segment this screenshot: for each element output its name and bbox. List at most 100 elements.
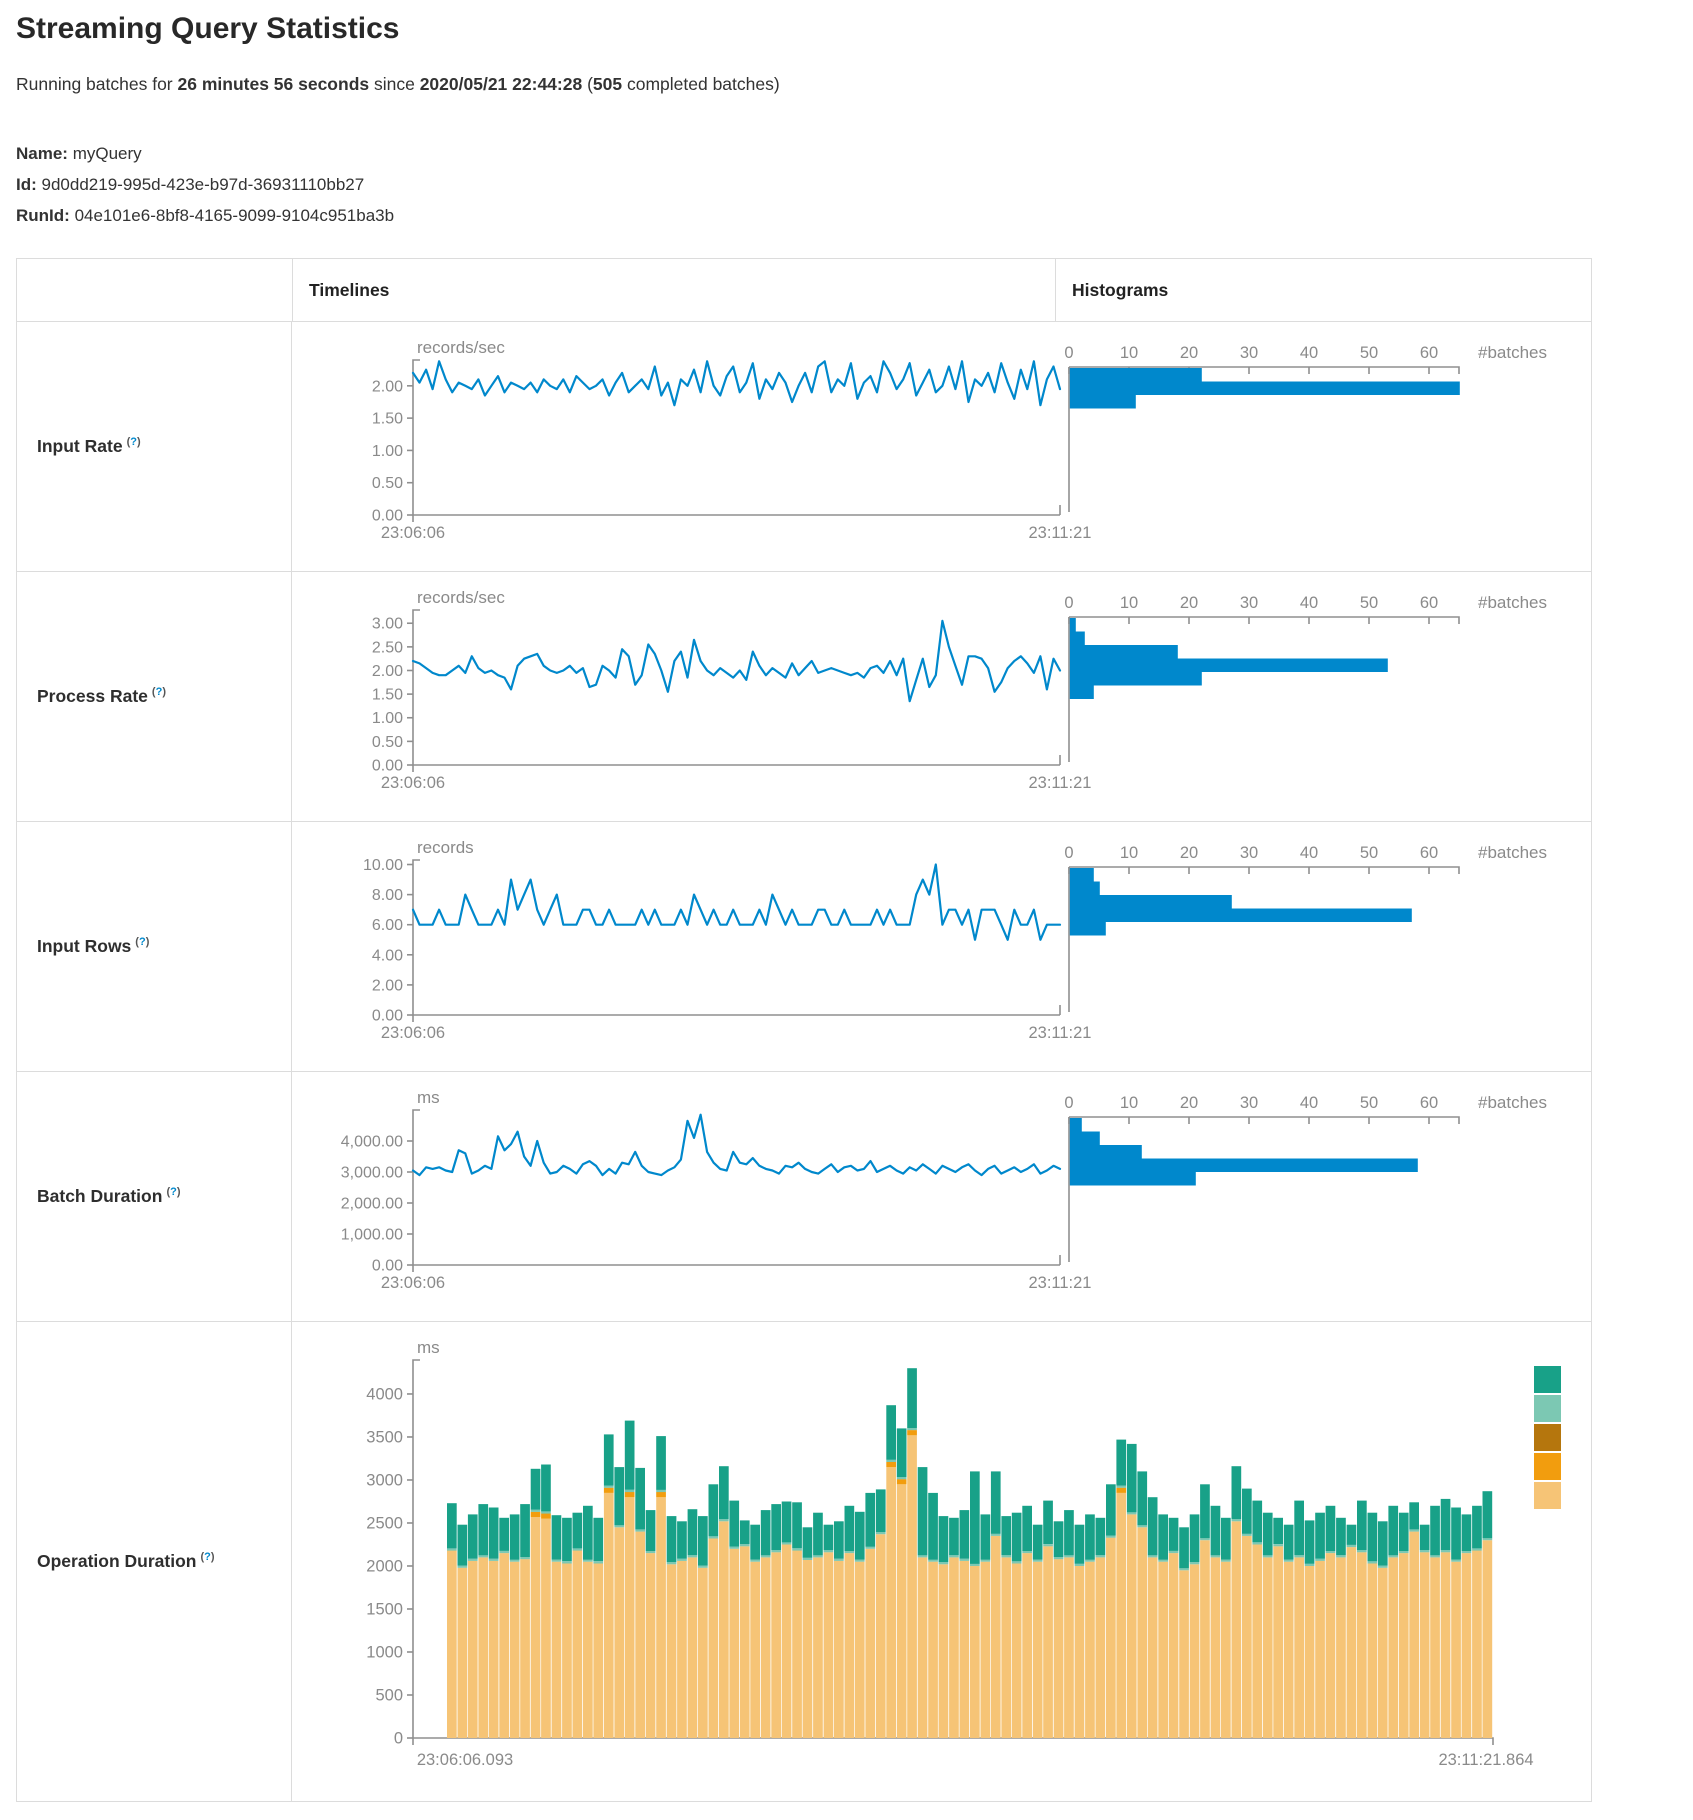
svg-text:40: 40: [1300, 594, 1318, 612]
svg-text:23:06:06.093: 23:06:06.093: [417, 1751, 513, 1769]
svg-text:4000: 4000: [366, 1385, 403, 1403]
svg-text:50: 50: [1360, 594, 1378, 612]
svg-text:0.00: 0.00: [372, 508, 403, 525]
query-name-value: myQuery: [73, 144, 142, 163]
help-icon[interactable]: (?): [135, 936, 149, 948]
table-row-operation-duration: Operation Duration(?) ms 0 500 1000 1500 2000…: [17, 1322, 1591, 1801]
svg-text:23:06:06: 23:06:06: [381, 1274, 445, 1292]
svg-text:23:06:06: 23:06:06: [381, 774, 445, 792]
svg-text:0: 0: [394, 1730, 403, 1748]
svg-text:30: 30: [1240, 1094, 1258, 1112]
svg-text:10.00: 10.00: [363, 857, 403, 874]
running-batches-summary: Running batches for 26 minutes 56 second…: [16, 74, 780, 95]
svg-text:1.00: 1.00: [372, 710, 403, 727]
svg-text:60: 60: [1420, 844, 1438, 862]
svg-text:10: 10: [1120, 594, 1138, 612]
svg-text:4,000.00: 4,000.00: [341, 1134, 403, 1151]
svg-text:#batches: #batches: [1478, 593, 1547, 612]
summary-text: Running batches for: [16, 74, 178, 94]
svg-text:1000: 1000: [366, 1643, 403, 1661]
svg-text:0.00: 0.00: [372, 1258, 403, 1275]
input-rows-charts: records0.002.004.006.008.0010.0023:06:06…: [292, 822, 1591, 1071]
svg-text:10: 10: [1120, 844, 1138, 862]
svg-text:500: 500: [375, 1686, 403, 1704]
svg-text:2,000.00: 2,000.00: [341, 1196, 403, 1213]
row-label-cell: Input Rows(?): [17, 822, 292, 1071]
svg-text:6.00: 6.00: [372, 917, 403, 934]
help-icon[interactable]: (?): [152, 686, 166, 698]
start-timestamp: 2020/05/21 22:44:28: [420, 74, 583, 94]
table-header-row: Timelines Histograms: [17, 259, 1591, 322]
svg-text:40: 40: [1300, 344, 1318, 362]
svg-text:0: 0: [1064, 844, 1073, 862]
svg-text:23:11:21: 23:11:21: [1028, 774, 1091, 792]
svg-text:#batches: #batches: [1478, 1093, 1547, 1112]
query-meta: Name: myQuery Id: 9d0dd219-995d-423e-b97…: [16, 138, 394, 231]
table-header-timelines: Timelines: [293, 259, 1056, 321]
svg-text:2.50: 2.50: [372, 639, 403, 656]
batch-duration-label: Batch Duration(?): [37, 1186, 181, 1207]
row-label-cell: Batch Duration(?): [17, 1072, 292, 1321]
help-icon[interactable]: (?): [127, 436, 141, 448]
svg-text:ms: ms: [417, 1088, 440, 1107]
svg-text:1.00: 1.00: [372, 443, 403, 460]
svg-text:records/sec: records/sec: [417, 588, 505, 607]
svg-text:50: 50: [1360, 1094, 1378, 1112]
svg-text:23:06:06: 23:06:06: [381, 1024, 445, 1042]
table-row-process-rate: Process Rate(?) records/sec 0.00 0.50 1.00 1…: [17, 572, 1591, 822]
svg-text:0: 0: [1064, 594, 1073, 612]
table-row-batch-duration: Batch Duration(?) ms 0.00 1,000.00 2,000.00…: [17, 1072, 1591, 1322]
svg-text:50: 50: [1360, 844, 1378, 862]
svg-text:4.00: 4.00: [372, 947, 403, 964]
query-runid-value: 04e101e6-8bf8-4165-9099-9104c951ba3b: [75, 206, 395, 225]
help-icon[interactable]: (?): [200, 1551, 214, 1563]
svg-text:3.00: 3.00: [372, 616, 403, 633]
svg-text:40: 40: [1300, 844, 1318, 862]
svg-text:20: 20: [1180, 344, 1198, 362]
svg-text:0: 0: [1064, 1094, 1073, 1112]
svg-text:3500: 3500: [366, 1428, 403, 1446]
svg-text:0.00: 0.00: [372, 758, 403, 775]
row-label-cell: Process Rate(?): [17, 572, 292, 821]
svg-text:1500: 1500: [366, 1600, 403, 1618]
svg-text:1.50: 1.50: [372, 687, 403, 704]
svg-text:2.00: 2.00: [372, 378, 403, 395]
table-row-input-rows: Input Rows(?) records0.002.004.006.008.0…: [17, 822, 1591, 1072]
query-name-line: Name: myQuery: [16, 138, 394, 169]
svg-text:20: 20: [1180, 1094, 1198, 1112]
svg-text:1,000.00: 1,000.00: [341, 1227, 403, 1244]
query-id-line: Id: 9d0dd219-995d-423e-b97d-36931110bb27: [16, 169, 394, 200]
process-rate-charts: records/sec 0.00 0.50 1.00 1.50 2.00 2.50 3.00 2…: [292, 572, 1591, 821]
svg-text:60: 60: [1420, 594, 1438, 612]
svg-text:40: 40: [1300, 1094, 1318, 1112]
svg-text:records/sec: records/sec: [417, 338, 505, 357]
row-label-cell: Operation Duration(?): [17, 1322, 292, 1801]
svg-text:0: 0: [1064, 344, 1073, 362]
help-icon[interactable]: (?): [166, 1186, 180, 1198]
running-duration: 26 minutes 56 seconds: [178, 74, 370, 94]
svg-text:20: 20: [1180, 594, 1198, 612]
svg-text:2500: 2500: [366, 1514, 403, 1532]
input-rows-label: Input Rows(?): [37, 936, 149, 957]
svg-text:23:11:21: 23:11:21: [1028, 1274, 1091, 1292]
svg-text:23:11:21: 23:11:21: [1028, 524, 1091, 542]
stats-table: Timelines Histograms Input Rate(?) recor…: [16, 258, 1592, 1802]
svg-text:3000: 3000: [366, 1471, 403, 1489]
svg-text:records: records: [417, 838, 474, 857]
svg-text:2000: 2000: [366, 1557, 403, 1575]
operation-duration-label: Operation Duration(?): [37, 1551, 215, 1572]
svg-text:0.50: 0.50: [372, 734, 403, 751]
input-rate-label: Input Rate(?): [37, 436, 141, 457]
svg-text:#batches: #batches: [1478, 343, 1547, 362]
svg-text:2.00: 2.00: [372, 663, 403, 680]
input-rate-charts: records/sec0.000.501.001.502.0023:06:062…: [292, 322, 1591, 571]
svg-text:23:06:06: 23:06:06: [381, 524, 445, 542]
svg-text:3,000.00: 3,000.00: [341, 1165, 403, 1182]
svg-text:23:11:21.864: 23:11:21.864: [1438, 1751, 1533, 1769]
svg-text:10: 10: [1120, 1094, 1138, 1112]
completed-batches-count: 505: [593, 74, 622, 94]
svg-text:30: 30: [1240, 844, 1258, 862]
batch-duration-charts: ms 0.00 1,000.00 2,000.00 3,000.00 4,000.00 23…: [292, 1072, 1591, 1321]
table-row-input-rate: Input Rate(?) records/sec0.000.501.001.5…: [17, 322, 1591, 572]
svg-text:ms: ms: [417, 1338, 440, 1357]
